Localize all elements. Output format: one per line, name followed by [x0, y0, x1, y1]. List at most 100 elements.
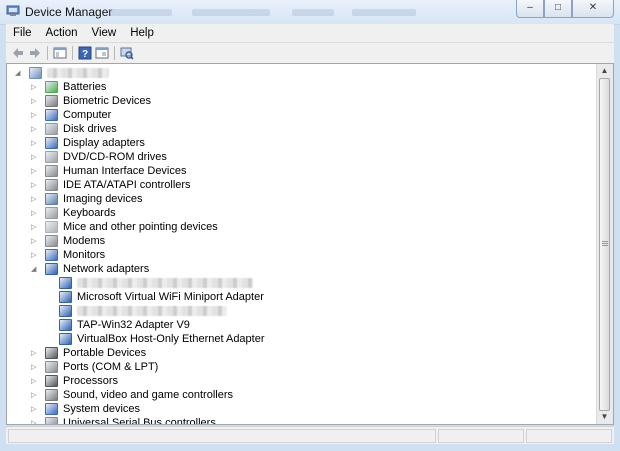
network-adapter-item[interactable] — [7, 276, 592, 290]
tree-category[interactable]: ▷ System devices — [7, 402, 592, 416]
background-tab-ghost — [192, 9, 270, 16]
expand-toggle-icon[interactable]: ▷ — [31, 405, 38, 414]
tree-category[interactable]: ▷ Mice and other pointing devices — [7, 220, 592, 234]
port-icon — [45, 361, 58, 373]
collapse-toggle-icon[interactable]: ◢ — [15, 69, 22, 78]
network-adapter-item[interactable] — [7, 304, 592, 318]
tree-category[interactable]: ▷ Batteries — [7, 80, 592, 94]
expand-toggle-icon[interactable]: ▷ — [31, 111, 38, 120]
tree-category[interactable]: ▷ IDE ATA/ATAPI controllers — [7, 178, 592, 192]
network-adapter-icon — [59, 277, 72, 289]
network-adapter-item[interactable]: Microsoft Virtual WiFi Miniport Adapter — [7, 290, 592, 304]
network-adapter-icon — [59, 333, 72, 345]
tree-item-label: Modems — [63, 235, 106, 247]
tree-category[interactable]: ◢ Network adapters — [7, 262, 592, 276]
properties-icon[interactable] — [95, 46, 109, 60]
tree-category[interactable]: ▷ Universal Serial Bus controllers — [7, 416, 592, 424]
tree-item-label: Portable Devices — [63, 347, 147, 359]
window-frame-bottom — [0, 444, 620, 451]
menu-help[interactable]: Help — [123, 24, 161, 42]
help-icon[interactable]: ? — [78, 46, 92, 60]
window-controls: – □ ✕ — [516, 0, 614, 18]
minimize-button[interactable]: – — [516, 0, 544, 18]
hid-icon — [45, 165, 58, 177]
show-hide-console-tree-icon[interactable] — [53, 46, 67, 60]
tree-item-label: TAP-Win32 Adapter V9 — [77, 319, 190, 331]
tree-category[interactable]: ▷ Portable Devices — [7, 346, 592, 360]
expand-toggle-icon[interactable]: ▷ — [31, 167, 38, 176]
tree-item-label: IDE ATA/ATAPI controllers — [63, 179, 191, 191]
tree-category[interactable]: ▷ Ports (COM & LPT) — [7, 360, 592, 374]
dvd-drive-icon — [45, 151, 58, 163]
expand-toggle-icon[interactable]: ▷ — [31, 153, 38, 162]
menu-view[interactable]: View — [85, 24, 124, 42]
scan-hardware-icon[interactable] — [120, 46, 134, 60]
expand-toggle-icon[interactable]: ▷ — [31, 83, 38, 92]
tree-category[interactable]: ▷ Disk drives — [7, 122, 592, 136]
tree-item-label: Processors — [63, 375, 119, 387]
tree-category[interactable]: ▷ Human Interface Devices — [7, 164, 592, 178]
menu-action[interactable]: Action — [39, 24, 85, 42]
expand-toggle-icon[interactable]: ▷ — [31, 419, 38, 424]
menu-bar: File Action View Help — [6, 24, 614, 42]
vertical-scrollbar[interactable]: ▲ ▼ — [596, 64, 613, 424]
network-adapter-icon — [59, 291, 72, 303]
tree-item-label: Monitors — [63, 249, 106, 261]
expand-toggle-icon[interactable]: ▷ — [31, 195, 38, 204]
tree-item-label: Display adapters — [63, 137, 145, 149]
tree-category[interactable]: ▷ Computer — [7, 108, 592, 122]
expand-toggle-icon[interactable]: ▷ — [31, 349, 38, 358]
status-pane-secondary — [438, 429, 524, 443]
tree-category[interactable]: ▷ Keyboards — [7, 206, 592, 220]
scrollbar-thumb[interactable] — [599, 78, 610, 411]
back-icon[interactable] — [11, 46, 25, 60]
toolbar-separator — [114, 46, 115, 60]
scroll-up-button[interactable]: ▲ — [600, 66, 609, 76]
tree-category[interactable]: ▷ Display adapters — [7, 136, 592, 150]
tree-category[interactable]: ▷ Sound, video and game controllers — [7, 388, 592, 402]
tree-category[interactable]: ▷ DVD/CD-ROM drives — [7, 150, 592, 164]
collapse-toggle-icon[interactable]: ◢ — [31, 265, 38, 274]
tree-category[interactable]: ▷ Monitors — [7, 248, 592, 262]
expand-toggle-icon[interactable]: ▷ — [31, 139, 38, 148]
expand-toggle-icon[interactable]: ▷ — [31, 391, 38, 400]
network-adapter-icon — [45, 263, 58, 275]
scrollbar-grip — [602, 241, 608, 247]
tree-item-label: Disk drives — [63, 123, 117, 135]
expand-toggle-icon[interactable]: ▷ — [31, 237, 38, 246]
tree-category[interactable]: ▷ Imaging devices — [7, 192, 592, 206]
ide-controller-icon — [45, 179, 58, 191]
expand-toggle-icon[interactable]: ▷ — [31, 223, 38, 232]
expand-toggle-icon[interactable]: ▷ — [31, 363, 38, 372]
tree-category[interactable]: ▷ Modems — [7, 234, 592, 248]
background-tab-ghost — [110, 9, 172, 16]
tree-item-label: Microsoft Virtual WiFi Miniport Adapter — [77, 291, 264, 303]
scroll-down-button[interactable]: ▼ — [600, 412, 609, 422]
expand-toggle-icon[interactable]: ▷ — [31, 97, 38, 106]
expand-toggle-icon[interactable]: ▷ — [31, 251, 38, 260]
toolbar-separator — [72, 46, 73, 60]
tree-item-label: Sound, video and game controllers — [63, 389, 233, 401]
tree-item-label: Batteries — [63, 81, 107, 93]
status-pane-main — [8, 429, 436, 443]
expand-toggle-icon[interactable]: ▷ — [31, 209, 38, 218]
maximize-button[interactable]: □ — [544, 0, 572, 18]
device-tree-panel: ◢ ▷ Batteries ▷ Biometric Devices ▷ Computer ▷ D… — [6, 63, 614, 425]
expand-toggle-icon[interactable]: ▷ — [31, 125, 38, 134]
status-bar — [6, 426, 614, 445]
forward-icon[interactable] — [28, 46, 42, 60]
computer-icon — [45, 109, 58, 121]
disk-drive-icon — [45, 123, 58, 135]
tree-root-computer[interactable]: ◢ — [7, 66, 592, 80]
device-tree: ◢ ▷ Batteries ▷ Biometric Devices ▷ Computer ▷ D… — [7, 64, 597, 424]
expand-toggle-icon[interactable]: ▷ — [31, 181, 38, 190]
menu-file[interactable]: File — [6, 24, 39, 42]
expand-toggle-icon[interactable]: ▷ — [31, 377, 38, 386]
network-adapter-item[interactable]: VirtualBox Host-Only Ethernet Adapter — [7, 332, 592, 346]
network-adapter-item[interactable]: TAP-Win32 Adapter V9 — [7, 318, 592, 332]
tree-category[interactable]: ▷ Biometric Devices — [7, 94, 592, 108]
background-tab-ghost — [352, 9, 416, 16]
redacted-name — [77, 278, 253, 288]
close-button[interactable]: ✕ — [572, 0, 614, 18]
tree-category[interactable]: ▷ Processors — [7, 374, 592, 388]
